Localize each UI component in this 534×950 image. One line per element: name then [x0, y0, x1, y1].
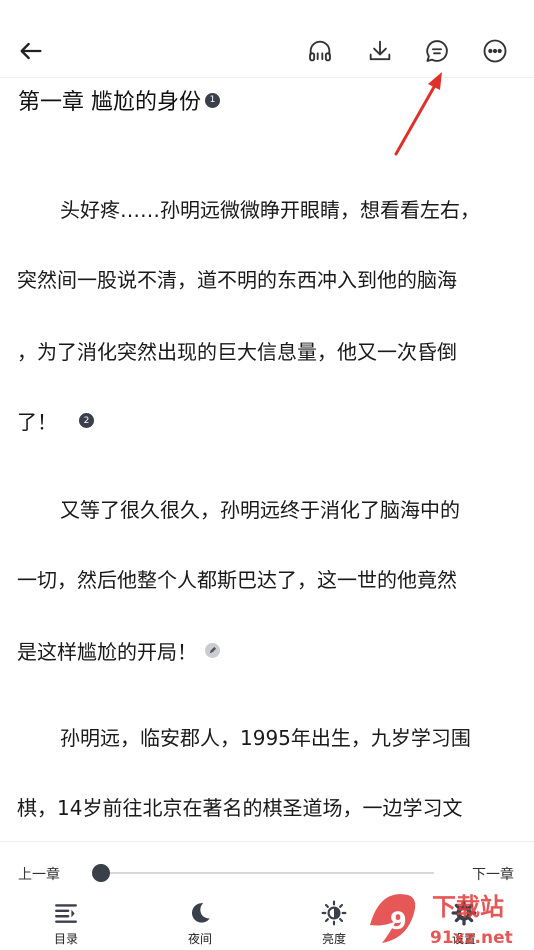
headphones-icon[interactable]	[303, 34, 337, 68]
paragraph-comment-badge[interactable]: 2	[79, 413, 94, 428]
chapter-progress-slider[interactable]	[100, 872, 434, 874]
moon-icon	[191, 903, 210, 923]
text-line: 是这样尴尬的开局！	[17, 636, 220, 665]
text-line: 孙明远，临安郡人，1995年出生，九岁学习围	[60, 726, 471, 750]
tab-brightness[interactable]: 亮度	[304, 900, 364, 947]
pencil-icon[interactable]	[205, 643, 220, 658]
reading-content[interactable]: 第一章 尴尬的身份 1 头好疼……孙明远微微睁开眼睛，想看看左右， 突然间一股说…	[0, 78, 534, 841]
text-line: ，为了消化突然出现的巨大信息量，他又一次昏倒	[17, 340, 457, 364]
slider-thumb[interactable]	[92, 864, 110, 882]
tab-label: 目录	[53, 932, 78, 946]
text-line: 一切，然后他整个人都斯巴达了，这一世的他竟然	[17, 568, 457, 592]
back-arrow-icon[interactable]	[14, 34, 48, 68]
watermark-url: 91xz.net	[430, 928, 513, 948]
list-icon	[55, 904, 77, 923]
svg-text:9: 9	[390, 907, 407, 935]
chapter-title: 第一章 尴尬的身份 1	[18, 84, 220, 116]
prev-chapter-button[interactable]: 上一章	[18, 864, 60, 884]
text-line: 了！ 2	[17, 406, 94, 435]
text-line: 棋，14岁前往北京在著名的棋圣道场，一边学习文	[17, 796, 463, 820]
paragraph-comment-badge[interactable]: 1	[205, 92, 220, 108]
download-icon[interactable]	[363, 34, 397, 68]
sun-icon	[321, 900, 347, 926]
tab-label: 亮度	[321, 932, 346, 946]
top-toolbar	[0, 0, 534, 78]
tab-night[interactable]: 夜间	[170, 900, 230, 947]
tab-label: 夜间	[187, 932, 212, 946]
watermark-text: 下载站	[432, 893, 504, 921]
text-line: 又等了很久很久，孙明远终于消化了脑海中的	[60, 498, 460, 522]
watermark-logo: 9 下载站 91xz.net	[370, 893, 513, 948]
more-options-icon[interactable]	[478, 34, 512, 68]
chapter-title-text: 第一章 尴尬的身份	[18, 90, 201, 115]
next-chapter-button[interactable]: 下一章	[472, 864, 514, 884]
tab-catalog[interactable]: 目录	[36, 900, 96, 947]
text-line: 突然间一股说不清，道不明的东西冲入到他的脑海	[17, 268, 457, 292]
comment-icon[interactable]	[420, 34, 454, 68]
text-line: 头好疼……孙明远微微睁开眼睛，想看看左右，	[60, 198, 480, 222]
